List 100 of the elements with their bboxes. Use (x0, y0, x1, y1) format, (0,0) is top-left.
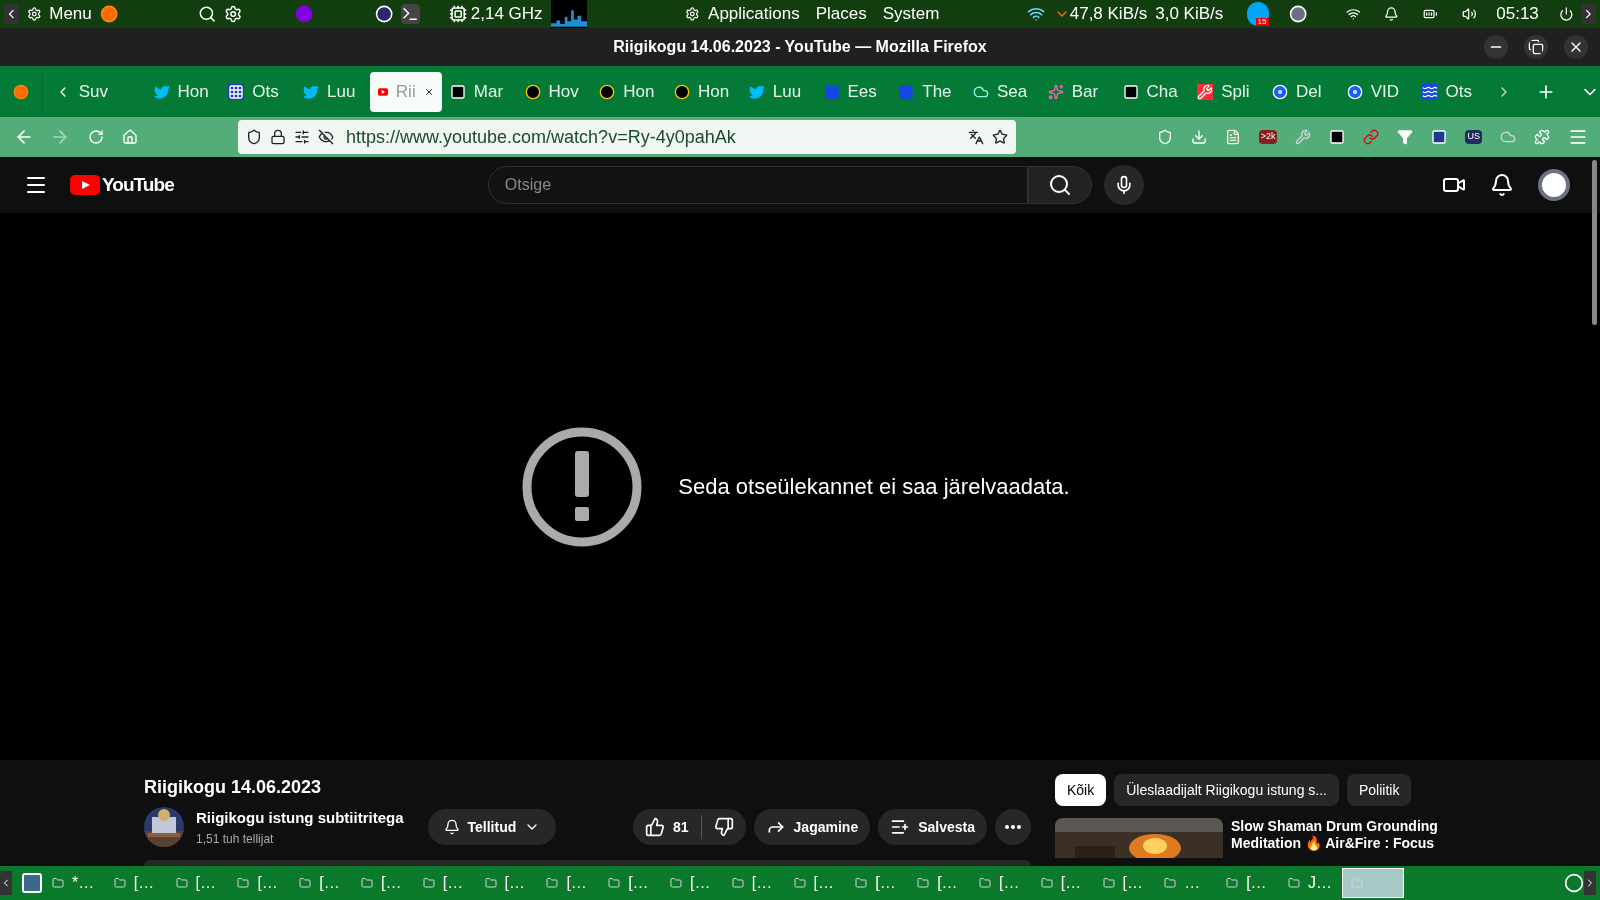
browser-tab[interactable]: Hov (516, 71, 592, 112)
browser-tab[interactable]: The (890, 71, 965, 112)
browser-tab[interactable]: Spli (1189, 71, 1264, 112)
filter-chip[interactable]: Poliitik (1347, 774, 1412, 806)
extensions-icon[interactable] (1534, 129, 1550, 145)
youtube-logo-text[interactable]: YouTube (102, 170, 174, 200)
browser-tab[interactable]: Bar (1039, 71, 1115, 112)
search-field[interactable]: Otsige (487, 166, 1028, 204)
bookmark-star-icon[interactable] (992, 129, 1008, 145)
more-icon (1005, 825, 1021, 830)
browser-tab[interactable]: Del (1264, 71, 1339, 112)
avatar[interactable] (1538, 169, 1570, 201)
close-button[interactable] (1564, 35, 1588, 59)
taskbar-item[interactable]: [… (847, 868, 910, 898)
taskbar-item[interactable]: [… (291, 868, 353, 898)
browser-tab[interactable]: Luu (740, 71, 816, 112)
taskbar-item[interactable]: … (1156, 868, 1219, 898)
save-button[interactable]: Salvesta (878, 809, 987, 846)
translate-icon[interactable] (968, 129, 984, 145)
menu-button[interactable]: Menu (49, 1, 92, 27)
play-icon (377, 85, 388, 98)
taskbar-item[interactable]: [… (970, 868, 1033, 898)
taskbar-item[interactable]: [… (167, 868, 230, 898)
taskbar-item[interactable]: [… (785, 868, 848, 898)
taskbar-item[interactable]: [… (538, 868, 601, 898)
taskbar-item[interactable]: [… (1032, 868, 1095, 898)
taskbar-right-icon[interactable] (1584, 871, 1596, 895)
browser-tab[interactable]: Mar (441, 71, 517, 112)
browser-tab[interactable]: VID (1338, 71, 1414, 112)
funnel-icon[interactable] (1397, 129, 1414, 145)
minimize-button[interactable] (1484, 35, 1508, 59)
taskbar-item[interactable]: [… (1094, 868, 1157, 898)
terminal-icon[interactable] (401, 4, 420, 24)
taskbar-item[interactable]: [… (414, 868, 477, 898)
wifi-icon[interactable] (1345, 6, 1361, 22)
panel-right-arrow-icon[interactable] (1581, 4, 1597, 24)
taskbar-item[interactable]: [… (105, 868, 168, 898)
panel-menu[interactable]: System (882, 1, 940, 27)
tile-icon (449, 83, 466, 100)
taskbar-item[interactable]: [… (661, 868, 724, 898)
bell-icon[interactable] (1384, 6, 1399, 22)
clock[interactable]: 05:13 (1496, 1, 1539, 27)
magnifier-icon[interactable] (198, 4, 217, 24)
url-field[interactable]: https://www.youtube.com/watch?v=Ry-4y0pahAk (238, 120, 1016, 154)
filter-chip[interactable]: Kõik (1055, 774, 1107, 806)
youtube-logo-icon[interactable] (70, 175, 100, 195)
app-menu-icon[interactable] (1568, 127, 1588, 147)
downloads-icon[interactable] (1190, 129, 1207, 145)
browser-tab[interactable]: Ots (220, 71, 295, 112)
share-button[interactable]: Jagamine (753, 809, 871, 846)
restore-button[interactable] (1524, 35, 1548, 59)
taskbar-item[interactable]: [… (353, 868, 415, 898)
browser-tab[interactable]: Hon (591, 71, 666, 112)
ring-icon[interactable] (375, 4, 394, 24)
subscribed-button[interactable]: Tellitud (427, 809, 557, 846)
search-button[interactable] (1027, 166, 1092, 204)
power-icon[interactable] (1558, 6, 1574, 22)
vpn-badge[interactable]: US (1465, 130, 1482, 144)
taskbar-item[interactable]: [… (723, 868, 786, 898)
tracking-icon (318, 129, 334, 145)
taskbar-left-icon[interactable] (0, 871, 12, 895)
taskbar-item[interactable]: [… (600, 868, 662, 898)
show-desktop-icon[interactable] (20, 871, 44, 895)
thumbs-up-icon (645, 817, 665, 838)
browser-tab[interactable]: Cha (1114, 71, 1190, 112)
voice-search-button[interactable] (1103, 165, 1144, 205)
browser-tab[interactable]: Luu (295, 71, 370, 112)
permissions-icon (294, 129, 310, 145)
shield-icon (246, 129, 262, 145)
browser-tab[interactable]: Sea (965, 71, 1040, 112)
taskbar-item[interactable]: [… (476, 868, 539, 898)
panel-menu[interactable]: Places (815, 1, 867, 27)
taskbar-item[interactable]: [… (229, 868, 292, 898)
volume-icon[interactable] (1461, 6, 1477, 22)
update-badge[interactable]: 15 (1246, 2, 1269, 26)
taskbar-item[interactable]: *… (44, 868, 106, 898)
download-speed: 47,8 KiB/s (1069, 3, 1148, 26)
recommended-video-title[interactable]: Slow Shaman Drum Grounding Meditation 🔥 Air&Fire : Focus (1231, 818, 1461, 858)
more-button[interactable] (995, 809, 1031, 846)
browser-tab[interactable]: Hon (666, 71, 741, 112)
filter-chip[interactable]: Üleslaadijalt Riigikogu istung s... (1114, 774, 1339, 806)
home-icon[interactable] (122, 129, 138, 145)
taskbar-item[interactable]: [… (909, 868, 971, 898)
error-message: Seda otseülekannet ei saa järelvaadata. (678, 473, 1070, 501)
like-button[interactable]: 81 (633, 809, 701, 846)
taskbar-item[interactable]: J… (1279, 868, 1342, 898)
gears-icon[interactable] (224, 4, 243, 24)
browser-tab[interactable]: Hon (145, 71, 221, 112)
browser-tab[interactable]: Ots (1413, 71, 1489, 112)
browser-tab[interactable]: Ees (815, 71, 891, 112)
channel-name[interactable]: Riigikogu istung subtiitritega (196, 807, 404, 830)
panel-menu[interactable]: Applications (708, 1, 800, 27)
extension-badge[interactable]: >2k (1258, 130, 1278, 144)
panel-left-arrow-icon[interactable] (4, 4, 19, 24)
reload-icon[interactable] (88, 129, 104, 145)
taskbar-item[interactable]: [… (1218, 868, 1280, 898)
notifications-icon[interactable] (1490, 173, 1514, 197)
browser-tab[interactable]: Suv (70, 71, 146, 112)
browser-tab[interactable]: Rii (369, 71, 442, 112)
coin-icon (674, 83, 690, 100)
